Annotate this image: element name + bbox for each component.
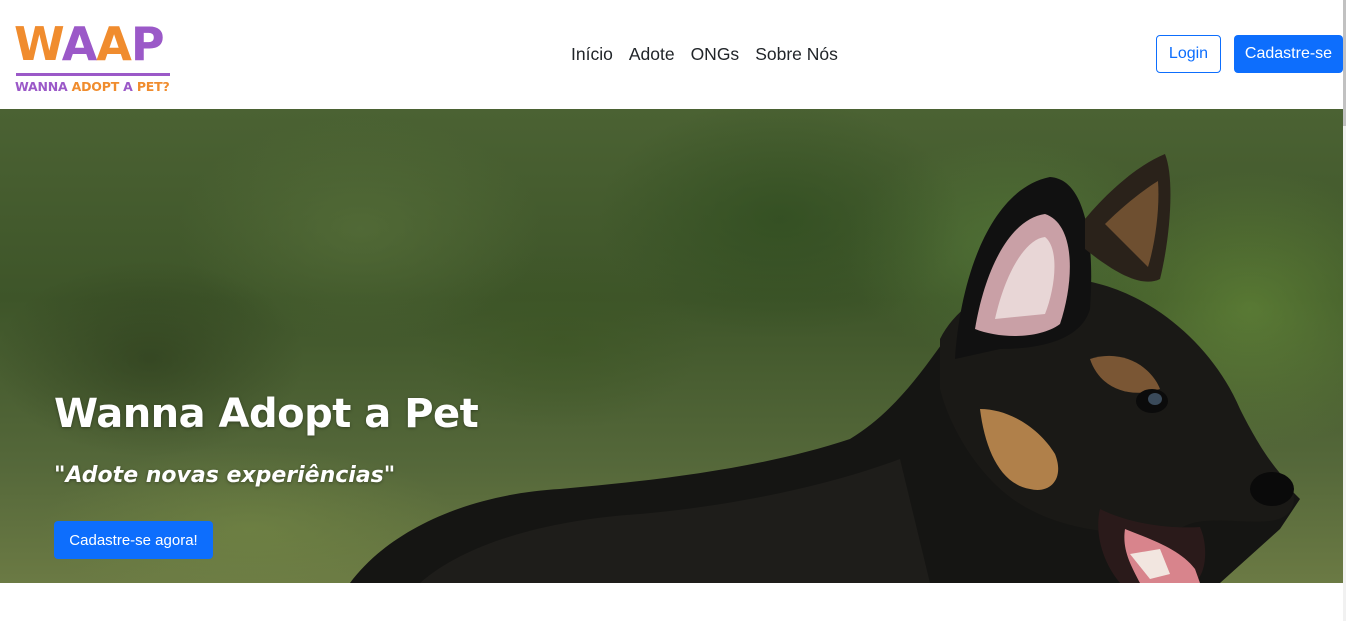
logo-tagline-part: WANNA	[15, 79, 72, 94]
hero-subtitle: "Adote novas experiências"	[54, 463, 396, 488]
logo-letter: A	[61, 17, 98, 71]
hero-title: Wanna Adopt a Pet	[54, 391, 479, 437]
nav-link-sobre-nos[interactable]: Sobre Nós	[747, 42, 846, 66]
logo-tagline: WANNA ADOPT A PET?	[15, 79, 170, 94]
logo-letter: W	[14, 17, 63, 71]
signup-button[interactable]: Cadastre-se	[1234, 35, 1343, 73]
logo-letter: A	[96, 17, 132, 71]
logo-tagline-part: ADOPT	[71, 79, 120, 94]
login-button[interactable]: Login	[1156, 35, 1221, 73]
hero-banner: Wanna Adopt a Pet "Adote novas experiênc…	[0, 109, 1343, 583]
nav-link-ongs[interactable]: ONGs	[683, 42, 748, 66]
nav-link-inicio[interactable]: Início	[563, 42, 621, 66]
logo-letter: P	[130, 17, 165, 71]
navbar: WAAP WANNA ADOPT A PET? Início Adote ONG…	[0, 0, 1343, 109]
nav-links: Início Adote ONGs Sobre Nós	[563, 42, 846, 66]
puppy-image	[350, 154, 1300, 583]
logo-wordmark: WAAP	[14, 17, 165, 71]
logo-underline	[16, 73, 170, 76]
waap-logo[interactable]: WAAP WANNA ADOPT A PET?	[14, 17, 174, 98]
logo-tagline-part: A	[119, 79, 137, 94]
nav-link-adote[interactable]: Adote	[621, 42, 683, 66]
logo-tagline-part: PET?	[136, 79, 170, 94]
hero-signup-button[interactable]: Cadastre-se agora!	[54, 521, 213, 559]
